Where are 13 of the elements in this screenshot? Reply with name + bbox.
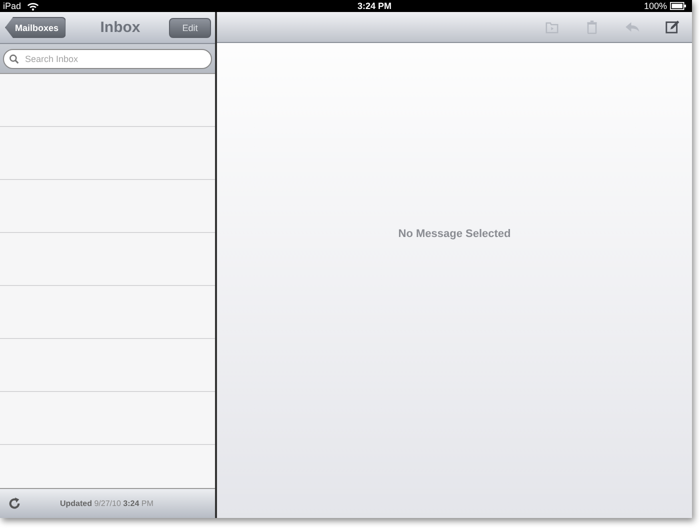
inbox-title: Inbox <box>100 19 140 36</box>
compose-icon[interactable] <box>664 19 680 35</box>
wifi-icon <box>27 2 40 10</box>
clock: 3:24 PM <box>357 0 392 12</box>
device-name: iPad <box>3 0 22 12</box>
empty-message-label: No Message Selected <box>398 228 511 242</box>
back-button[interactable]: Mailboxes <box>5 17 66 38</box>
battery-percentage: 100% <box>644 0 667 12</box>
refresh-icon[interactable] <box>8 497 21 510</box>
search-field[interactable]: Search Inbox <box>3 48 212 68</box>
edit-button[interactable]: Edit <box>168 18 211 38</box>
battery-icon <box>670 2 686 10</box>
updated-status: Updated 9/27/10 3:24 PM <box>60 499 154 508</box>
